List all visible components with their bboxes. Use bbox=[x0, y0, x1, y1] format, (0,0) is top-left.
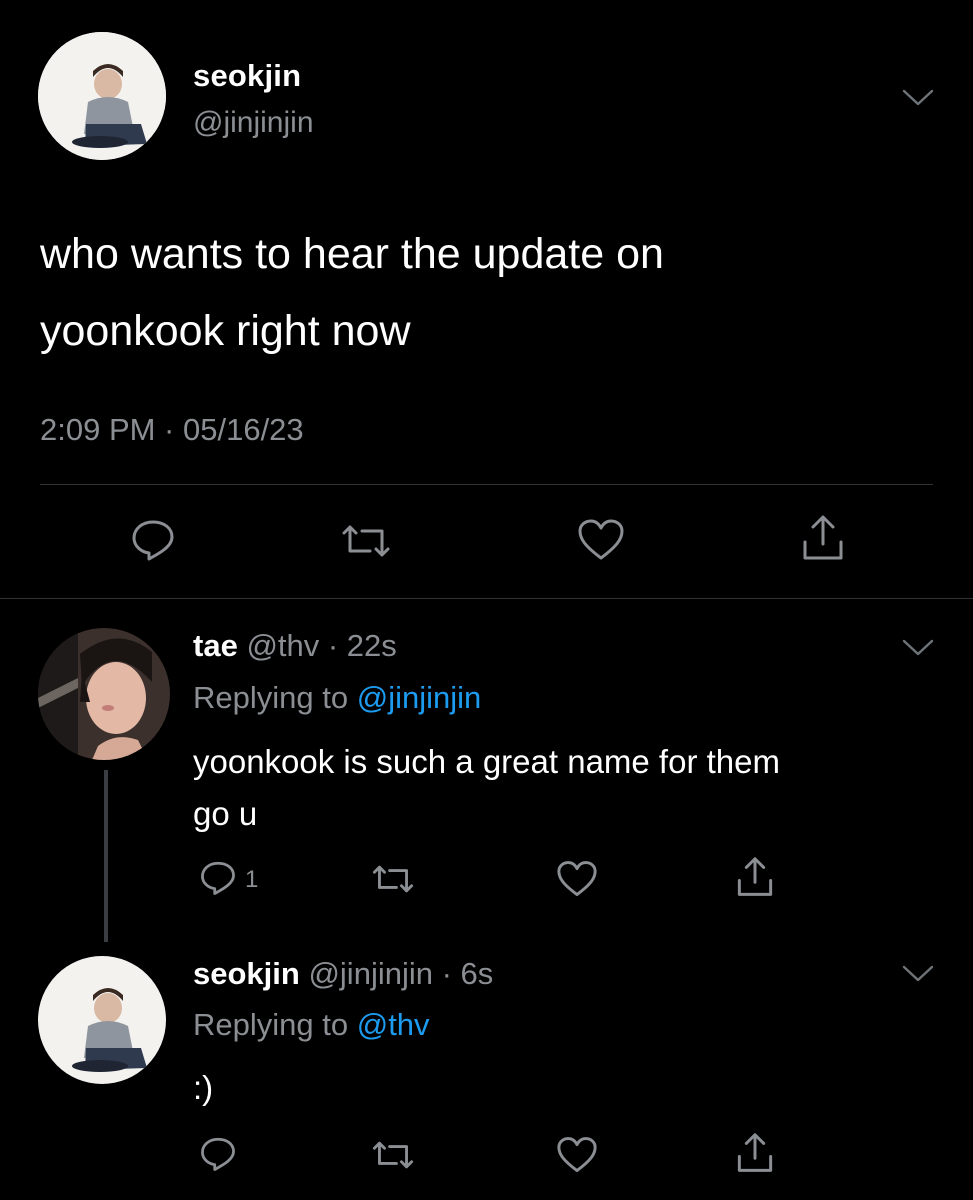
replying-to-label: Replying to bbox=[193, 680, 349, 715]
avatar[interactable] bbox=[38, 628, 170, 760]
replying-to-link[interactable]: @thv bbox=[357, 1007, 430, 1042]
replying-to-label: Replying to bbox=[193, 1007, 349, 1042]
tweet-text: who wants to hear the update on yoonkook… bbox=[40, 216, 940, 370]
retweet-icon[interactable] bbox=[371, 1140, 415, 1170]
divider bbox=[0, 598, 973, 599]
reply-text-line: yoonkook is such a great name for them bbox=[193, 743, 780, 780]
share-icon[interactable] bbox=[800, 514, 846, 562]
reply-header: tae @thv · 22s bbox=[193, 628, 397, 664]
reply-text: yoonkook is such a great name for them g… bbox=[193, 736, 933, 840]
heart-icon[interactable] bbox=[556, 1136, 598, 1174]
tweet-timestamp[interactable]: 2:09 PM · 05/16/23 bbox=[40, 412, 304, 448]
reply-header: seokjin @jinjinjin · 6s bbox=[193, 956, 493, 992]
display-name[interactable]: seokjin bbox=[193, 58, 301, 94]
user-handle-time[interactable]: @jinjinjin · 6s bbox=[308, 956, 493, 991]
chevron-down-icon[interactable] bbox=[901, 638, 935, 658]
replying-to: Replying to @jinjinjin bbox=[193, 680, 481, 716]
reply-icon[interactable] bbox=[199, 1136, 237, 1172]
reply-text-line: go u bbox=[193, 795, 258, 832]
reply-icon[interactable] bbox=[130, 518, 176, 562]
chevron-down-icon[interactable] bbox=[901, 964, 935, 984]
chevron-down-icon[interactable] bbox=[901, 88, 935, 108]
reply-count: 1 bbox=[245, 866, 259, 893]
share-icon[interactable] bbox=[735, 1132, 775, 1174]
replying-to: Replying to @thv bbox=[193, 1007, 430, 1043]
user-handle[interactable]: @jinjinjin bbox=[193, 106, 314, 140]
display-name[interactable]: tae bbox=[193, 628, 238, 663]
display-name[interactable]: seokjin bbox=[193, 956, 300, 991]
user-handle-time[interactable]: @thv · 22s bbox=[246, 628, 396, 663]
reply-text-line: :) bbox=[193, 1069, 214, 1106]
divider bbox=[40, 484, 933, 485]
share-icon[interactable] bbox=[735, 856, 775, 898]
avatar[interactable] bbox=[38, 956, 166, 1084]
avatar[interactable] bbox=[38, 32, 166, 160]
reply-icon[interactable] bbox=[199, 860, 237, 896]
replying-to-link[interactable]: @jinjinjin bbox=[357, 680, 482, 715]
reply-text: :) bbox=[193, 1062, 933, 1114]
retweet-icon[interactable] bbox=[340, 524, 392, 558]
retweet-icon[interactable] bbox=[371, 864, 415, 894]
heart-icon[interactable] bbox=[577, 518, 625, 562]
tweet-text-line: who wants to hear the update on bbox=[40, 230, 664, 278]
tweet-text-line: yoonkook right now bbox=[40, 307, 411, 355]
thread-line bbox=[104, 770, 108, 942]
heart-icon[interactable] bbox=[556, 860, 598, 898]
